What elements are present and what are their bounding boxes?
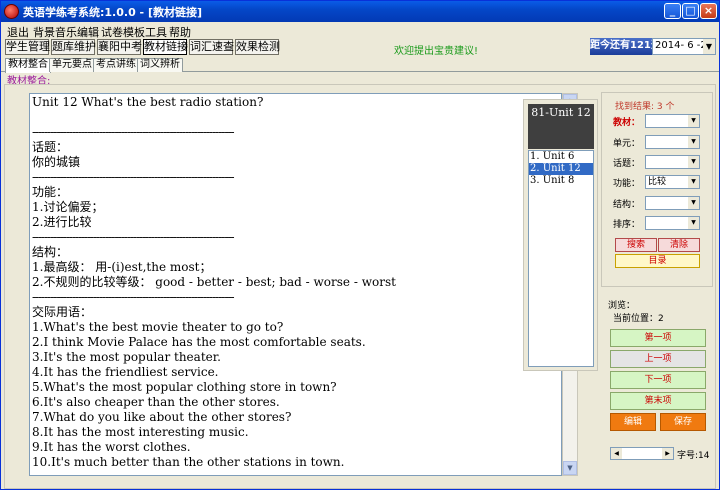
chevron-down-icon[interactable]: ▼	[688, 156, 699, 168]
content-line: 9.It has the worst clothes.	[32, 440, 191, 454]
unit-label: 单元：	[613, 139, 641, 149]
sort-select[interactable]: ▼	[645, 216, 700, 230]
function-label: 功能：	[613, 179, 641, 189]
app-logo-icon	[4, 4, 19, 19]
title-bar[interactable]: 英语学练考系统:1.0.0 - [教材链接] _ □ ×	[1, 1, 719, 22]
content-line: 2.不规则的比较等级： good - better - best; bad - …	[32, 275, 396, 289]
font-size-slider[interactable]: ◀ ▶	[610, 447, 674, 460]
menu-bar: 退出 背景音乐 编辑 试卷模板 工具 帮助	[1, 22, 719, 39]
textbook-link-button[interactable]: 教材链接	[143, 39, 188, 55]
edit-button[interactable]: 编辑	[610, 413, 656, 431]
browse-label: 浏览：	[608, 301, 636, 311]
content-line: 1.最高级： 用-(i)est,the most；	[32, 260, 212, 274]
content-line: 1.What's the best movie theater to go to…	[32, 320, 284, 334]
tab-word-meaning[interactable]: 词义辨析	[137, 58, 183, 72]
scroll-left-icon[interactable]: ◀	[611, 448, 622, 459]
function-select-value: 比较	[648, 177, 667, 187]
unit-header: 81-Unit 12	[528, 104, 594, 149]
next-item-button[interactable]: 下一项	[610, 371, 706, 389]
chevron-down-icon[interactable]: ▼	[688, 136, 699, 148]
search-button[interactable]: 搜索	[615, 238, 657, 252]
content-line: 你的城镇	[32, 155, 81, 169]
exam-countdown: 距今还有121天	[590, 38, 661, 55]
content-textarea[interactable]: Unit 12 What's the best radio station? --…	[29, 93, 562, 476]
font-size-label: 字号:14	[677, 451, 710, 461]
menu-help[interactable]: 帮助	[169, 24, 191, 40]
topic-label: 话题：	[613, 159, 641, 169]
unit-select[interactable]: ▼	[645, 135, 700, 149]
sub-tab-bar: 教材整合 单元要点 考点讲练 词义辨析	[1, 58, 719, 73]
previous-item-button[interactable]: 上一项	[610, 350, 706, 368]
suggestion-text: 欢迎提出宝贵建议!	[394, 46, 479, 57]
scroll-down-icon[interactable]: ▼	[563, 461, 577, 475]
question-bank-button[interactable]: 题库维护	[51, 39, 96, 55]
app-window: 英语学练考系统:1.0.0 - [教材链接] _ □ × 退出 背景音乐 编辑 …	[0, 0, 720, 490]
chevron-down-icon[interactable]: ▼	[688, 217, 699, 229]
chevron-down-icon[interactable]: ▼	[688, 176, 699, 188]
xiangyang-exam-button[interactable]: 襄阳中考	[97, 39, 142, 55]
search-result-count: 找到结果: 3 个	[615, 102, 675, 112]
content-line: 3.It's the most popular theater.	[32, 350, 221, 364]
content-line: 话题：	[32, 140, 69, 154]
content-line: 8.It has the most interesting music.	[32, 425, 249, 439]
structure-label: 结构：	[613, 200, 641, 210]
save-button[interactable]: 保存	[660, 413, 706, 431]
date-picker[interactable]: 2014- 6 -20 ▼	[652, 38, 716, 55]
content-line: 功能：	[32, 185, 69, 199]
content-line: Unit 12 What's the best radio station?	[32, 95, 264, 109]
textbook-select[interactable]: ▼	[645, 114, 700, 128]
unit-list[interactable]: 1. Unit 6 2. Unit 12 3. Unit 8	[528, 150, 594, 367]
close-button[interactable]: ×	[700, 3, 717, 19]
topic-select[interactable]: ▼	[645, 155, 700, 169]
content-line: 1.讨论偏爱；	[32, 200, 104, 214]
first-item-button[interactable]: 第一项	[610, 329, 706, 347]
content-line	[32, 110, 559, 125]
divider-line: ----------------------------------------…	[32, 290, 235, 304]
unit-list-item-selected[interactable]: 2. Unit 12	[529, 163, 593, 175]
chevron-down-icon[interactable]: ▼	[688, 115, 699, 127]
tab-exam-practice[interactable]: 考点讲练	[93, 58, 139, 72]
content-line: 6.It's also cheaper than the other store…	[32, 395, 280, 409]
tab-unit-key-points[interactable]: 单元要点	[49, 58, 95, 72]
unit-list-item[interactable]: 1. Unit 6	[529, 151, 593, 163]
chevron-down-icon[interactable]: ▼	[688, 197, 699, 209]
textbook-label: 教材：	[613, 118, 641, 128]
content-line: 2.I think Movie Palace has the most comf…	[32, 335, 366, 349]
divider-line: ----------------------------------------…	[32, 125, 235, 139]
content-line: 2.进行比较	[32, 215, 92, 229]
content-line: 7.What do you like about the other store…	[32, 410, 292, 424]
current-position: 当前位置：2	[613, 314, 664, 324]
divider-line: ----------------------------------------…	[32, 170, 235, 184]
content-line: 交际用语：	[32, 305, 93, 319]
content-line: 10.It's much better than the other stati…	[32, 455, 345, 469]
last-item-button[interactable]: 第末项	[610, 392, 706, 410]
menu-paper-template[interactable]: 试卷模板	[101, 24, 145, 40]
window-title: 英语学练考系统:1.0.0 - [教材链接]	[23, 6, 202, 19]
content-line: 5.What's the most popular clothing store…	[32, 380, 337, 394]
table-of-contents-button[interactable]: 目录	[615, 254, 700, 268]
vocabulary-lookup-button[interactable]: 词汇速查	[189, 39, 234, 55]
sort-label: 排序：	[613, 220, 641, 230]
menu-background-music[interactable]: 背景音乐	[33, 24, 77, 40]
student-management-button[interactable]: 学生管理	[5, 39, 50, 55]
menu-exit[interactable]: 退出	[7, 24, 29, 40]
divider-line: ----------------------------------------…	[32, 230, 235, 244]
scroll-right-icon[interactable]: ▶	[662, 448, 673, 459]
tab-textbook-integration[interactable]: 教材整合	[5, 58, 51, 73]
clear-button[interactable]: 清除	[658, 238, 700, 252]
content-line: 4.It has the friendliest service.	[32, 365, 219, 379]
content-line: 结构：	[32, 245, 69, 259]
menu-tools[interactable]: 工具	[145, 24, 167, 40]
function-select[interactable]: 比较 ▼	[645, 175, 700, 189]
unit-list-item[interactable]: 3. Unit 8	[529, 175, 593, 187]
effect-test-button[interactable]: 效果检测	[235, 39, 280, 55]
chevron-down-icon[interactable]: ▼	[703, 39, 715, 54]
maximize-button[interactable]: □	[682, 3, 699, 19]
minimize-button[interactable]: _	[664, 3, 681, 19]
structure-select[interactable]: ▼	[645, 196, 700, 210]
menu-edit[interactable]: 编辑	[77, 24, 99, 40]
